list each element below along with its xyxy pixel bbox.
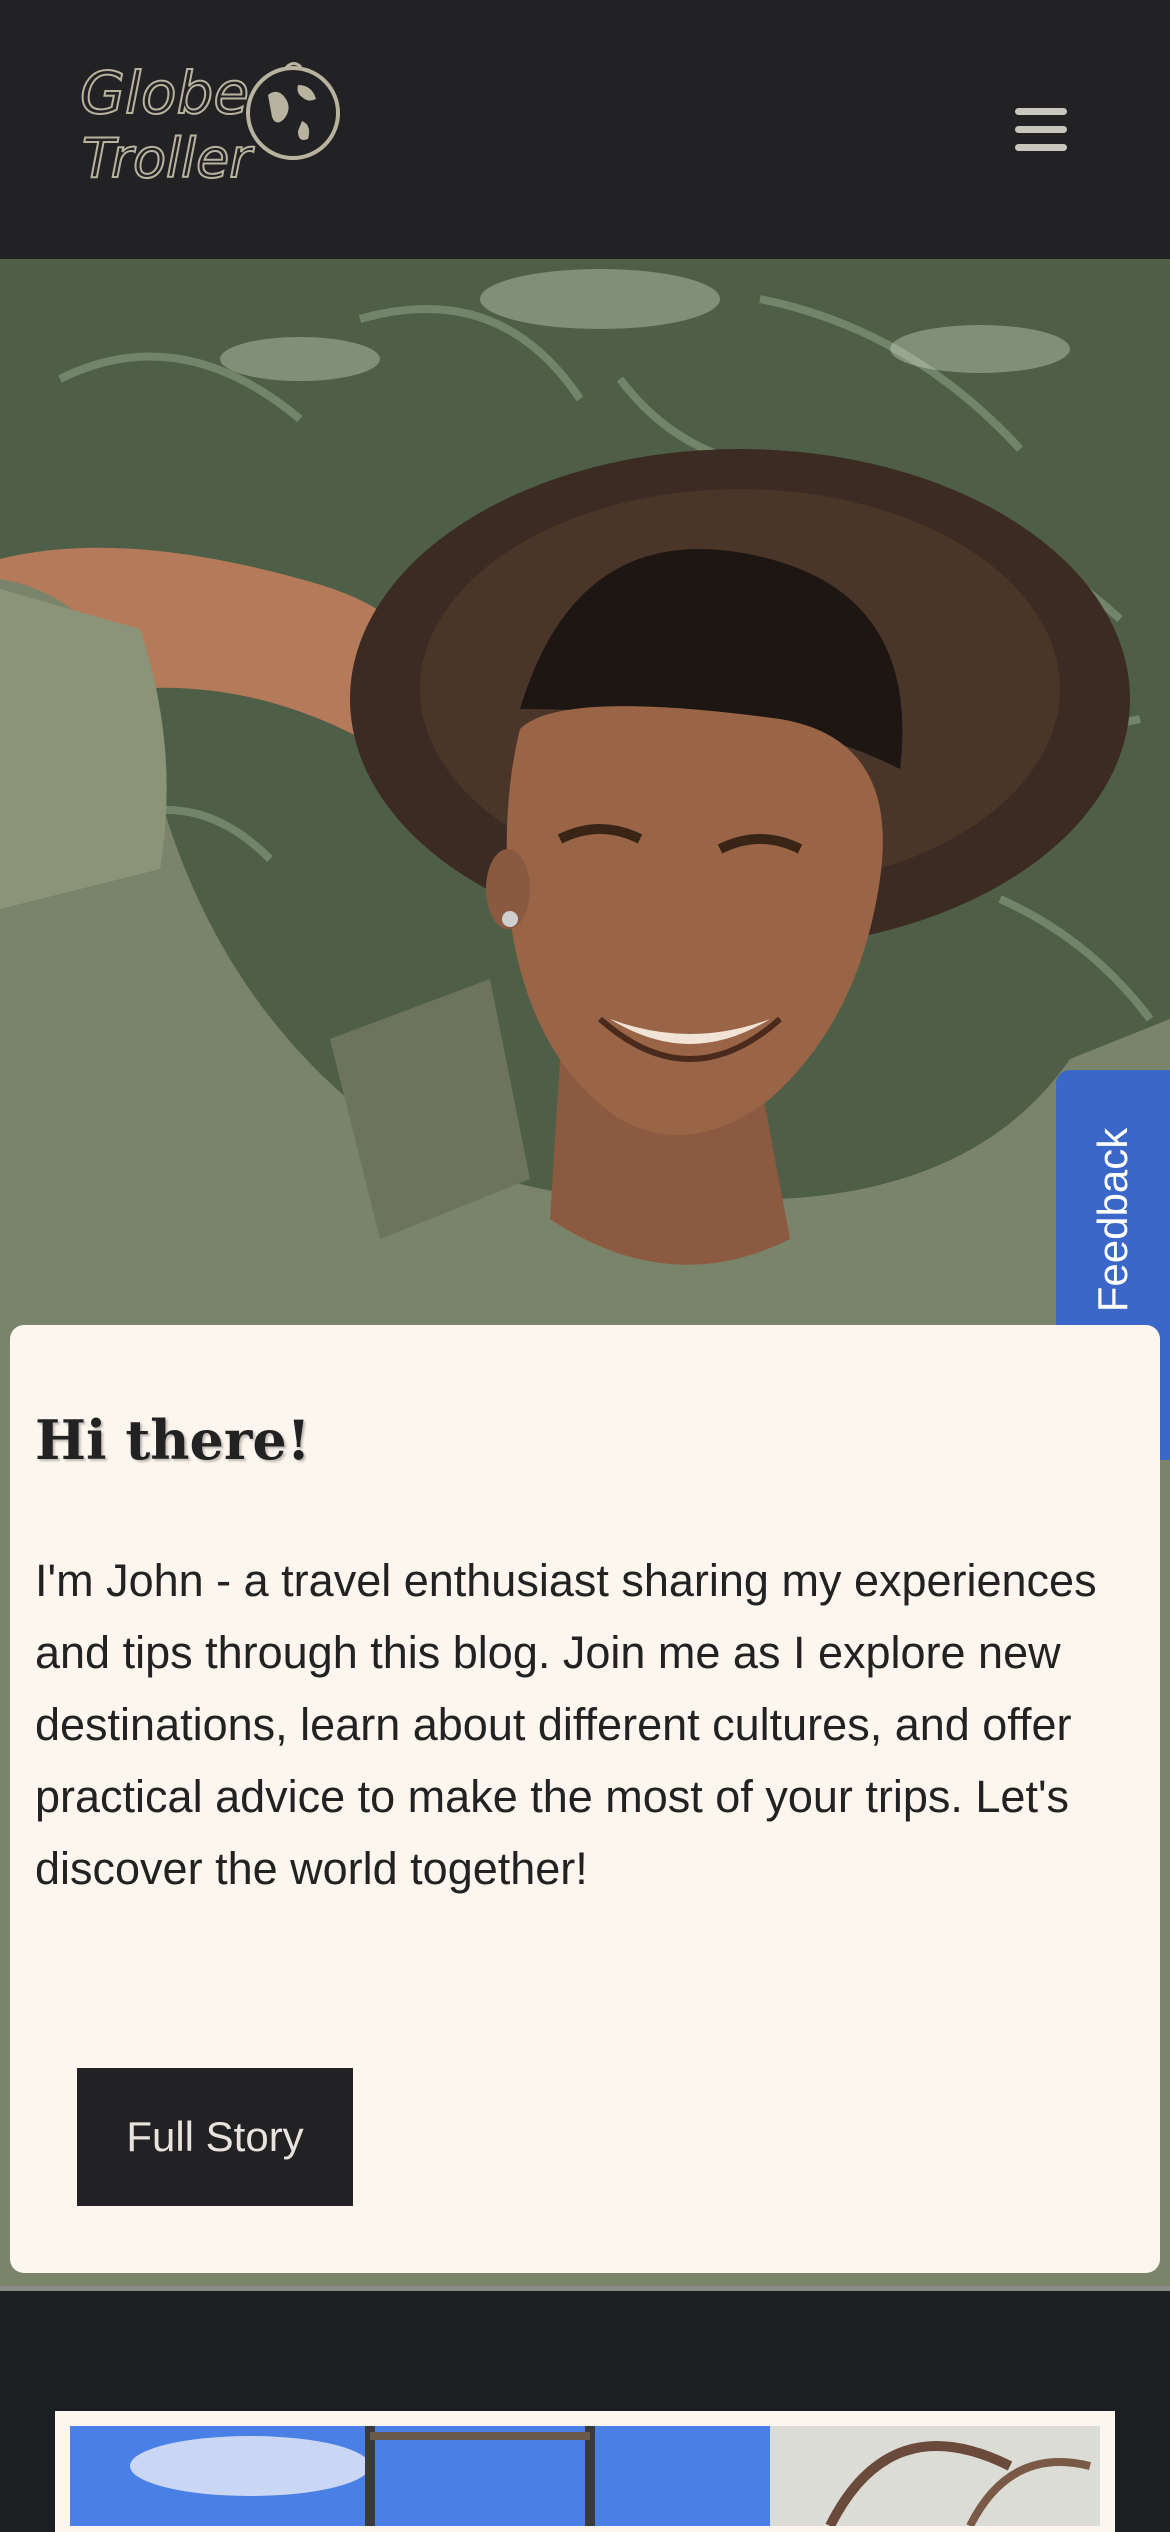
post-card[interactable] xyxy=(55,2411,1115,2532)
next-section xyxy=(0,2291,1170,2532)
bus-window-illustration xyxy=(70,2426,1100,2526)
site-logo[interactable]: Globe Troller xyxy=(79,55,350,195)
site-header: Globe Troller xyxy=(0,0,1170,259)
feedback-label: Feedback xyxy=(1089,1127,1136,1313)
intro-text: I'm John - a travel enthusiast sharing m… xyxy=(35,1555,1097,1894)
hamburger-menu-icon xyxy=(1015,108,1067,151)
logo-word-globe: Globe xyxy=(80,59,249,127)
full-story-button[interactable]: Full Story xyxy=(77,2068,353,2206)
hamburger-menu-button[interactable] xyxy=(1005,100,1077,160)
intro-title: Hi there! xyxy=(35,1408,311,1472)
logo-word-troller: Troller xyxy=(82,127,254,190)
bus-window-photo xyxy=(70,2426,1100,2526)
globe-icon xyxy=(246,62,340,160)
globe-troller-logo: Globe Troller xyxy=(79,58,340,191)
intro-card: Hi there! I'm John - a travel enthusiast… xyxy=(10,1325,1160,2273)
page: Globe Troller Feedback Hi there! I'm Joh… xyxy=(0,0,1170,2532)
